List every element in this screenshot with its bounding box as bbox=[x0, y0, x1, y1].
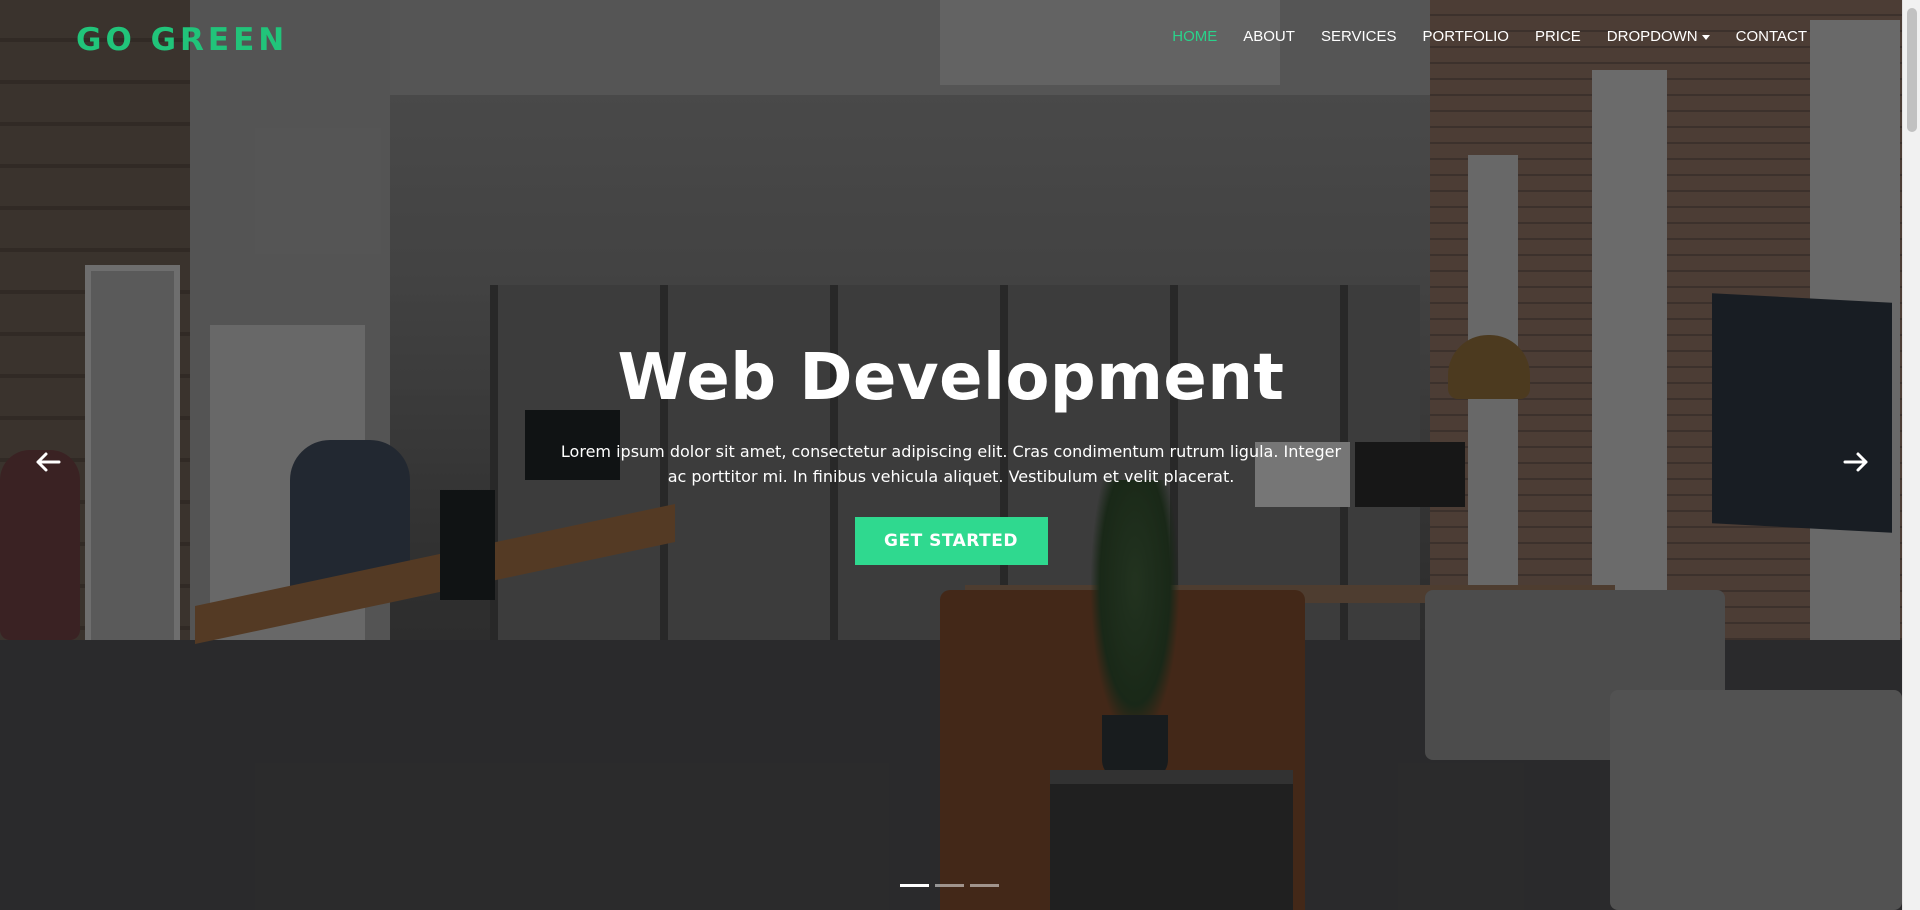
carousel-next-button[interactable] bbox=[1841, 447, 1871, 477]
carousel-indicator-1[interactable] bbox=[900, 884, 929, 887]
hero-title: Web Development bbox=[617, 341, 1285, 415]
nav-item-portfolio[interactable]: PORTFOLIO bbox=[1410, 28, 1522, 45]
brand-logo[interactable]: GO GREEN bbox=[76, 22, 288, 58]
nav-item-home[interactable]: HOME bbox=[1159, 28, 1230, 45]
hero-caption: Web Development Lorem ipsum dolor sit am… bbox=[451, 335, 1451, 565]
carousel-indicators bbox=[900, 884, 999, 887]
nav-item-contact[interactable]: CONTACT bbox=[1723, 28, 1820, 45]
page-scrollbar[interactable] bbox=[1902, 0, 1920, 910]
arrow-left-icon bbox=[36, 452, 61, 472]
scrollbar-thumb[interactable] bbox=[1907, 8, 1917, 132]
navbar: GO GREEN HOME ABOUT SERVICES PORTFOLIO P… bbox=[0, 0, 1902, 75]
nav-item-services[interactable]: SERVICES bbox=[1308, 28, 1410, 45]
nav-item-dropdown-label: DROPDOWN bbox=[1606, 28, 1698, 45]
nav-item-dropdown[interactable]: DROPDOWN bbox=[1594, 28, 1723, 45]
nav-item-about[interactable]: ABOUT bbox=[1230, 28, 1308, 45]
hero-description: Lorem ipsum dolor sit amet, consectetur … bbox=[560, 442, 1342, 486]
caret-down-icon bbox=[1701, 34, 1710, 40]
nav-item-price[interactable]: PRICE bbox=[1522, 28, 1594, 45]
carousel-indicator-2[interactable] bbox=[935, 884, 964, 887]
arrow-right-icon bbox=[1843, 452, 1868, 472]
carousel-prev-button[interactable] bbox=[33, 447, 63, 477]
get-started-button[interactable]: GET STARTED bbox=[854, 517, 1048, 565]
carousel-indicator-3[interactable] bbox=[970, 884, 999, 887]
main-nav: HOME ABOUT SERVICES PORTFOLIO PRICE DROP… bbox=[1159, 28, 1820, 45]
